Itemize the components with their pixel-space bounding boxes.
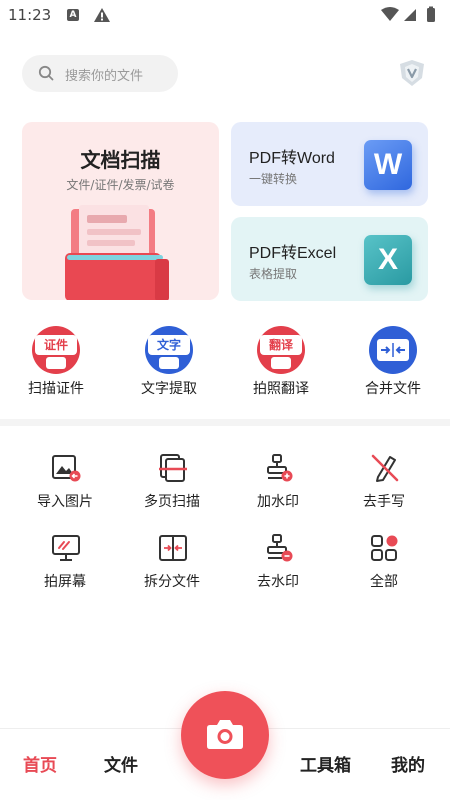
camera-icon (207, 720, 243, 749)
camera-button[interactable] (181, 691, 269, 779)
merge-files-button[interactable]: 合并文件 (348, 326, 438, 401)
all-tools-icon (371, 535, 398, 561)
nav-home[interactable]: 首页 (23, 751, 57, 776)
multi-page-scan-icon (159, 454, 187, 482)
nav-mine[interactable]: 我的 (391, 751, 425, 776)
remove-watermark-button[interactable]: 去水印 (228, 533, 328, 593)
split-file-button[interactable]: 拆分文件 (122, 533, 222, 593)
text-extract-label: 文字提取 (141, 381, 197, 397)
scanner-illustration-icon (65, 205, 169, 300)
add-watermark-button[interactable]: 加水印 (228, 453, 328, 513)
screen-capture-label: 拍屏幕 (44, 574, 86, 590)
id-card-icon: 证件 (32, 326, 80, 374)
multi-page-scan-button[interactable]: 多页扫描 (122, 453, 222, 513)
translate-icon: 翻译 (257, 326, 305, 374)
status-time: 11:23 (8, 6, 52, 24)
battery-icon (427, 8, 435, 22)
import-image-label: 导入图片 (37, 494, 93, 510)
scan-card-title: 文档扫描 (80, 148, 161, 172)
remove-handwriting-label: 去手写 (363, 494, 405, 510)
section-divider (0, 419, 450, 426)
remove-watermark-label: 去水印 (257, 574, 299, 590)
wifi-icon (381, 7, 399, 21)
nav-files[interactable]: 文件 (104, 751, 138, 776)
pdf-to-word-card[interactable]: PDF转Word 一键转换 W (231, 122, 428, 206)
search-icon (38, 65, 54, 81)
photo-translate-button[interactable]: 翻译 拍照翻译 (236, 326, 326, 401)
screen-capture-icon (52, 535, 80, 561)
merge-files-label: 合并文件 (365, 381, 421, 397)
search-placeholder: 搜索你的文件 (65, 69, 144, 84)
signal-icon (404, 9, 416, 21)
status-icons (381, 6, 435, 22)
scan-id-button[interactable]: 证件 扫描证件 (11, 326, 101, 401)
merge-files-icon (369, 326, 417, 374)
multi-page-scan-label: 多页扫描 (144, 494, 200, 510)
pdf-to-excel-card[interactable]: PDF转Excel 表格提取 X (231, 217, 428, 301)
import-image-button[interactable]: 导入图片 (15, 453, 115, 513)
search-bar[interactable]: 搜索你的文件 (22, 55, 178, 92)
pdf-to-excel-subtitle: 表格提取 (249, 267, 298, 281)
text-extract-icon: 文字 (145, 326, 193, 374)
word-icon: W (364, 140, 412, 190)
status-bar: 11:23 A (0, 0, 450, 32)
scan-card-subtitle: 文件/证件/发票/试卷 (66, 178, 175, 192)
vip-badge-icon[interactable] (396, 58, 428, 88)
import-image-icon (52, 455, 81, 482)
document-scan-card[interactable]: 文档扫描 文件/证件/发票/试卷 (22, 122, 219, 300)
remove-handwriting-button[interactable]: 去手写 (334, 453, 434, 513)
warning-icon (94, 8, 110, 22)
photo-translate-label: 拍照翻译 (253, 381, 309, 397)
add-watermark-label: 加水印 (257, 494, 299, 510)
pdf-to-word-subtitle: 一键转换 (249, 172, 298, 186)
excel-icon: X (364, 235, 412, 285)
all-tools-label: 全部 (370, 574, 398, 590)
pdf-to-excel-title: PDF转Excel (249, 245, 337, 262)
nav-toolbox[interactable]: 工具箱 (300, 751, 351, 776)
add-watermark-icon (267, 454, 293, 482)
all-tools-button[interactable]: 全部 (334, 533, 434, 593)
pdf-to-word-title: PDF转Word (249, 150, 335, 167)
scan-id-label: 扫描证件 (28, 381, 84, 397)
split-file-label: 拆分文件 (144, 574, 200, 590)
notification-a-icon: A (67, 9, 79, 21)
split-file-icon (159, 535, 187, 561)
screen-capture-button[interactable]: 拍屏幕 (15, 533, 115, 593)
remove-handwriting-icon (371, 454, 399, 482)
text-extract-button[interactable]: 文字 文字提取 (124, 326, 214, 401)
remove-watermark-icon (267, 534, 293, 562)
